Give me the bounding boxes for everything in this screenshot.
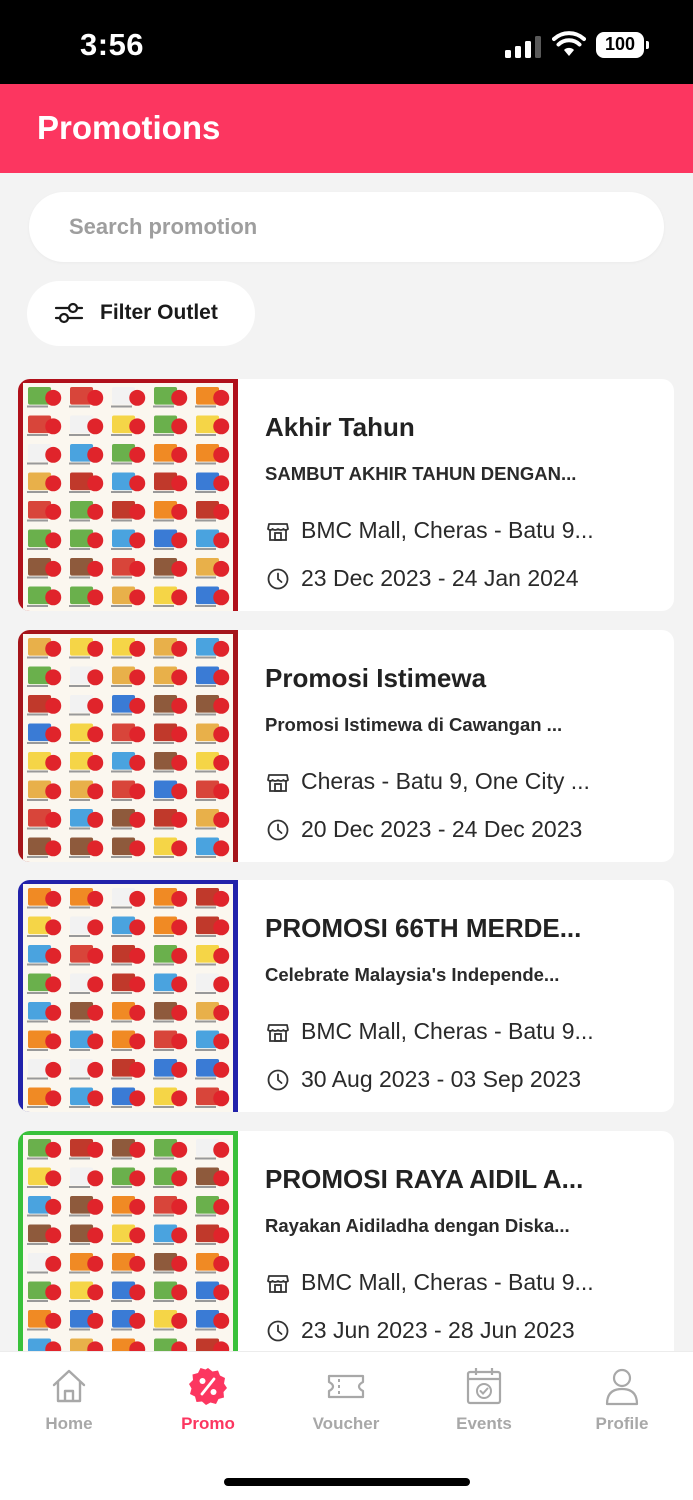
- signal-icon: [505, 34, 543, 58]
- profile-icon: [605, 1368, 639, 1406]
- promotion-thumbnail: [18, 1131, 238, 1363]
- promotion-card[interactable]: PROMOSI RAYA AIDIL A... Rayakan Aidiladh…: [18, 1131, 674, 1363]
- store-icon: [267, 523, 289, 541]
- nav-promo-label: Promo: [181, 1414, 235, 1433]
- nav-promo[interactable]: Promo: [158, 1366, 258, 1446]
- promotion-title: PROMOSI RAYA AIDIL A...: [265, 1164, 584, 1194]
- promotion-flyer-image: [18, 1131, 238, 1363]
- promotion-flyer-image: [18, 630, 238, 862]
- promotion-thumbnail: [18, 379, 238, 611]
- promotion-outlet: BMC Mall, Cheras - Batu 9...: [265, 517, 655, 547]
- promotion-outlet-text: BMC Mall, Cheras - Batu 9...: [301, 1269, 594, 1295]
- nav-events-label: Events: [456, 1414, 512, 1433]
- bottom-nav: Home Promo Voucher Events Profile: [0, 1351, 693, 1500]
- clock-icon: [267, 1320, 289, 1342]
- battery-icon: 100: [596, 32, 649, 58]
- store-icon: [267, 1024, 289, 1042]
- status-time: 3:56: [80, 27, 145, 62]
- filter-sliders-icon: [54, 302, 84, 324]
- promotions-screen: 3:56 100 Promotions Filter Outlet: [0, 0, 693, 1500]
- promotion-outlet-text: Cheras - Batu 9, One City ...: [301, 768, 590, 794]
- promotion-date: 23 Jun 2023 - 28 Jun 2023: [265, 1317, 655, 1347]
- clock-icon: [267, 1069, 289, 1091]
- home-icon: [52, 1369, 86, 1403]
- events-icon: [466, 1368, 502, 1405]
- nav-profile-label: Profile: [595, 1414, 649, 1433]
- promotion-date-text: 23 Jun 2023 - 28 Jun 2023: [301, 1317, 575, 1343]
- promotion-flyer-image: [18, 379, 238, 611]
- promotion-date-text: 20 Dec 2023 - 24 Dec 2023: [301, 816, 583, 842]
- promotion-date: 23 Dec 2023 - 24 Jan 2024: [265, 565, 655, 595]
- clock-icon: [267, 568, 289, 590]
- promotion-outlet: BMC Mall, Cheras - Batu 9...: [265, 1018, 655, 1048]
- promotion-thumbnail: [18, 630, 238, 862]
- nav-voucher-label: Voucher: [312, 1414, 380, 1433]
- nav-voucher[interactable]: Voucher: [296, 1366, 396, 1446]
- status-bar: 3:56 100: [0, 0, 693, 84]
- promotion-description: Rayakan Aidiladha dengan Diska...: [265, 1215, 570, 1236]
- promotion-card[interactable]: Promosi Istimewa Promosi Istimewa di Caw…: [18, 630, 674, 862]
- nav-profile[interactable]: Profile: [572, 1366, 672, 1446]
- promotion-date: 30 Aug 2023 - 03 Sep 2023: [265, 1066, 655, 1096]
- nav-events[interactable]: Events: [434, 1366, 534, 1446]
- nav-home[interactable]: Home: [19, 1366, 119, 1446]
- search-input[interactable]: [69, 192, 629, 262]
- promotion-title: Akhir Tahun: [265, 412, 415, 442]
- promotion-outlet: Cheras - Batu 9, One City ...: [265, 768, 655, 798]
- nav-home-label: Home: [45, 1414, 93, 1433]
- home-indicator: [224, 1478, 470, 1486]
- promotion-outlet-text: BMC Mall, Cheras - Batu 9...: [301, 1018, 594, 1044]
- promotion-title: PROMOSI 66TH MERDE...: [265, 913, 582, 943]
- store-icon: [267, 774, 289, 792]
- promotion-card[interactable]: PROMOSI 66TH MERDE... Celebrate Malaysia…: [18, 880, 674, 1112]
- promotion-outlet-text: BMC Mall, Cheras - Batu 9...: [301, 517, 594, 543]
- voucher-icon: [327, 1374, 365, 1399]
- promotion-outlet: BMC Mall, Cheras - Batu 9...: [265, 1269, 655, 1299]
- filter-outlet-button[interactable]: Filter Outlet: [27, 281, 255, 346]
- page-title: Promotions: [37, 109, 221, 146]
- promotion-title: Promosi Istimewa: [265, 663, 487, 693]
- promotion-description: SAMBUT AKHIR TAHUN DENGAN...: [265, 463, 577, 484]
- promotion-description: Promosi Istimewa di Cawangan ...: [265, 714, 563, 735]
- promotion-card[interactable]: Akhir Tahun SAMBUT AKHIR TAHUN DENGAN...…: [18, 379, 674, 611]
- app-header: Promotions: [0, 84, 693, 173]
- promotion-description: Celebrate Malaysia's Independe...: [265, 964, 560, 985]
- filter-outlet-label: Filter Outlet: [100, 301, 218, 324]
- clock-icon: [267, 819, 289, 841]
- promotion-flyer-image: [18, 880, 238, 1112]
- promo-icon: [189, 1368, 227, 1405]
- search-bar[interactable]: [29, 192, 664, 262]
- promotion-thumbnail: [18, 880, 238, 1112]
- wifi-icon: [552, 31, 586, 56]
- promotion-date: 20 Dec 2023 - 24 Dec 2023: [265, 816, 655, 846]
- promotion-date-text: 23 Dec 2023 - 24 Jan 2024: [301, 565, 579, 591]
- store-icon: [267, 1275, 289, 1293]
- promotion-date-text: 30 Aug 2023 - 03 Sep 2023: [301, 1066, 582, 1092]
